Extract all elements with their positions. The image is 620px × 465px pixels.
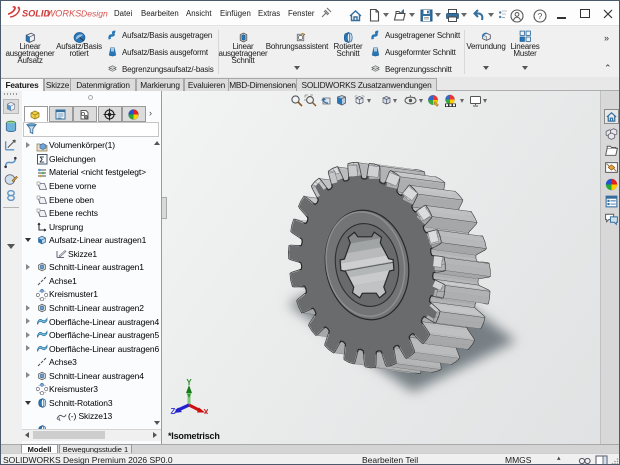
svg-text:?: ? [538, 11, 543, 21]
svg-text:Σ: Σ [39, 155, 44, 165]
svg-text:WORKS: WORKS [47, 9, 83, 19]
svg-text:Z: Z [171, 407, 176, 414]
svg-text:X: X [203, 408, 208, 414]
svg-text:Design: Design [81, 9, 108, 19]
svg-text:Y: Y [186, 378, 192, 387]
